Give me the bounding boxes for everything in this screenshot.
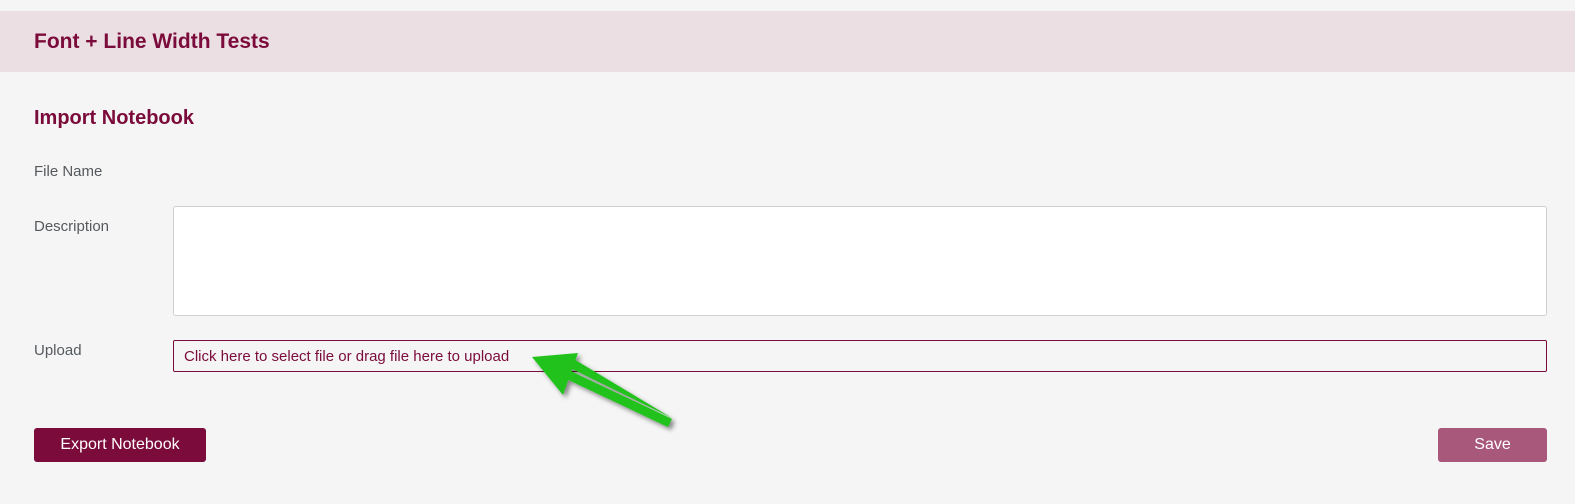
description-field[interactable] xyxy=(173,206,1547,316)
arrow-icon xyxy=(532,353,672,428)
form-title: Import Notebook xyxy=(34,107,194,129)
upload-dropzone[interactable]: Click here to select file or drag file h… xyxy=(173,340,1547,372)
file-name-label: File Name xyxy=(34,163,103,180)
description-label: Description xyxy=(34,218,110,235)
upload-prompt: Click here to select file or drag file h… xyxy=(184,348,510,365)
page-header: Font + Line Width Tests xyxy=(0,11,1575,72)
import-notebook-page: Font + Line Width Tests Import Notebook … xyxy=(0,0,1575,504)
export-notebook-button[interactable]: Export Notebook xyxy=(34,428,206,462)
save-button[interactable]: Save xyxy=(1438,428,1547,462)
upload-label: Upload xyxy=(34,342,82,359)
page-title: Font + Line Width Tests xyxy=(34,30,270,53)
